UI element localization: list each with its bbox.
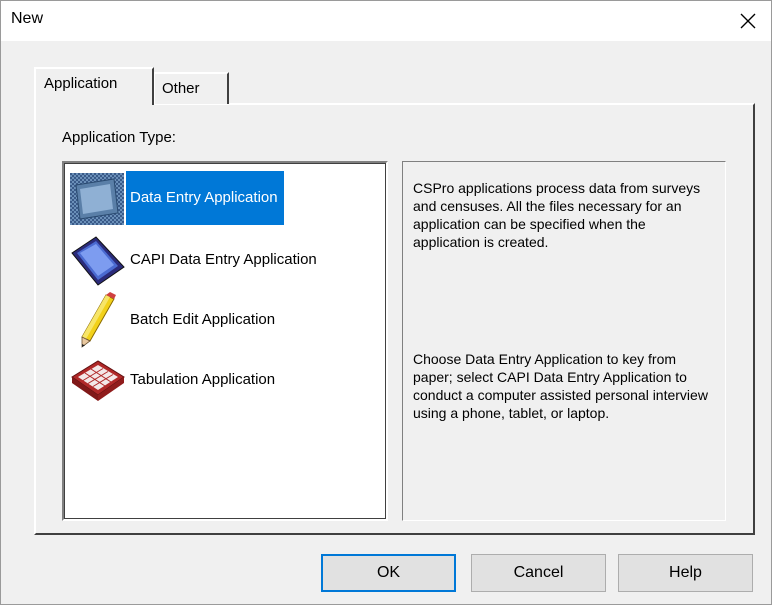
tab-other[interactable]: Other (153, 72, 229, 104)
table-icon (71, 360, 125, 401)
pencil-icon (81, 292, 116, 348)
new-dialog: New Application Other Application Type: (0, 0, 772, 605)
application-tab-panel: Application Type: Data Entry Application… (34, 103, 755, 535)
list-item-label: CAPI Data Entry Application (130, 251, 317, 268)
close-button[interactable] (725, 1, 771, 41)
list-item-label: Data Entry Application (126, 171, 284, 225)
list-item-capi-data-entry[interactable]: CAPI Data Entry Application (68, 231, 388, 289)
tab-application-label: Application (44, 75, 118, 92)
description-paragraph-1: CSPro applications process data from sur… (413, 180, 701, 250)
data-entry-icon (70, 173, 124, 225)
tab-application[interactable]: Application (34, 67, 154, 105)
list-item-data-entry[interactable]: Data Entry Application (68, 171, 388, 229)
window-title: New (11, 10, 44, 27)
close-icon (740, 13, 756, 29)
description-paragraph-2: Choose Data Entry Application to key fro… (413, 351, 708, 421)
application-type-label: Application Type: (62, 129, 176, 146)
tablet-icon (71, 236, 125, 286)
help-button[interactable]: Help (618, 554, 753, 592)
application-type-list[interactable]: Data Entry Application CAPI Data Entry A… (62, 161, 388, 521)
title-bar: New (1, 1, 771, 41)
cancel-button[interactable]: Cancel (471, 554, 606, 592)
ok-button[interactable]: OK (321, 554, 456, 592)
list-item-batch-edit[interactable]: Batch Edit Application (68, 291, 388, 349)
list-item-label: Batch Edit Application (130, 311, 276, 328)
tab-other-label: Other (162, 80, 200, 97)
description-box: CSPro applications process data from sur… (402, 161, 726, 521)
list-item-tabulation[interactable]: Tabulation Application (68, 351, 388, 409)
list-item-label: Tabulation Application (130, 371, 276, 388)
